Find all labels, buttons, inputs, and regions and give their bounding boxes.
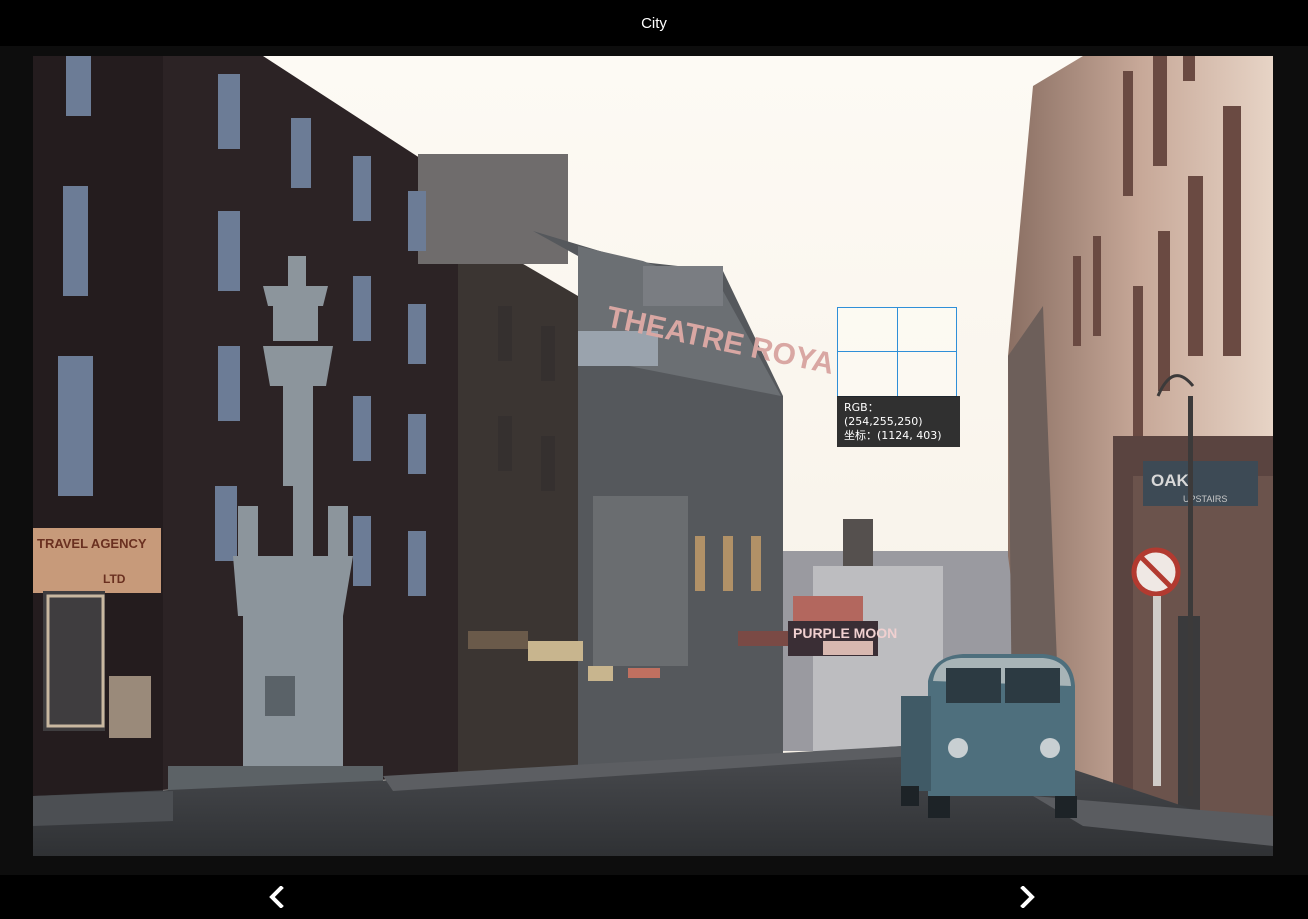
rgb-value: (254,255,250) <box>844 415 923 428</box>
image-viewer-stage: THEATRE ROYA TRAVEL AGENCY LTD PURPLE MO… <box>0 46 1308 875</box>
oak-sign: OAK <box>1151 471 1190 490</box>
crosshair-horizontal <box>838 351 956 352</box>
rgb-label: RGB： <box>844 401 879 414</box>
travel-agency-sign: TRAVEL AGENCY <box>37 536 147 551</box>
coordinate-label: 坐标： <box>844 429 877 442</box>
navigation-bar <box>0 875 1308 919</box>
pixel-magnifier <box>837 307 957 397</box>
purple-moon-sign: PURPLE MOON <box>793 625 897 641</box>
chevron-left-icon <box>269 886 284 908</box>
chevron-right-icon <box>1020 886 1035 908</box>
coordinate-value: (1124, 403) <box>877 429 942 442</box>
next-image-button[interactable] <box>1006 875 1050 919</box>
travel-agency-ltd: LTD <box>103 572 126 586</box>
crosshair-vertical <box>897 308 898 396</box>
city-street-photo[interactable]: THEATRE ROYA TRAVEL AGENCY LTD PURPLE MO… <box>33 56 1273 856</box>
window-title-bar: City <box>0 0 1308 46</box>
previous-image-button[interactable] <box>254 875 298 919</box>
rgb-readout: RGB：(254,255,250) <box>844 401 956 429</box>
coordinate-readout: 坐标：(1124, 403) <box>844 429 956 443</box>
window-title: City <box>641 14 667 32</box>
pixel-info-tooltip: RGB：(254,255,250) 坐标：(1124, 403) <box>837 396 960 447</box>
